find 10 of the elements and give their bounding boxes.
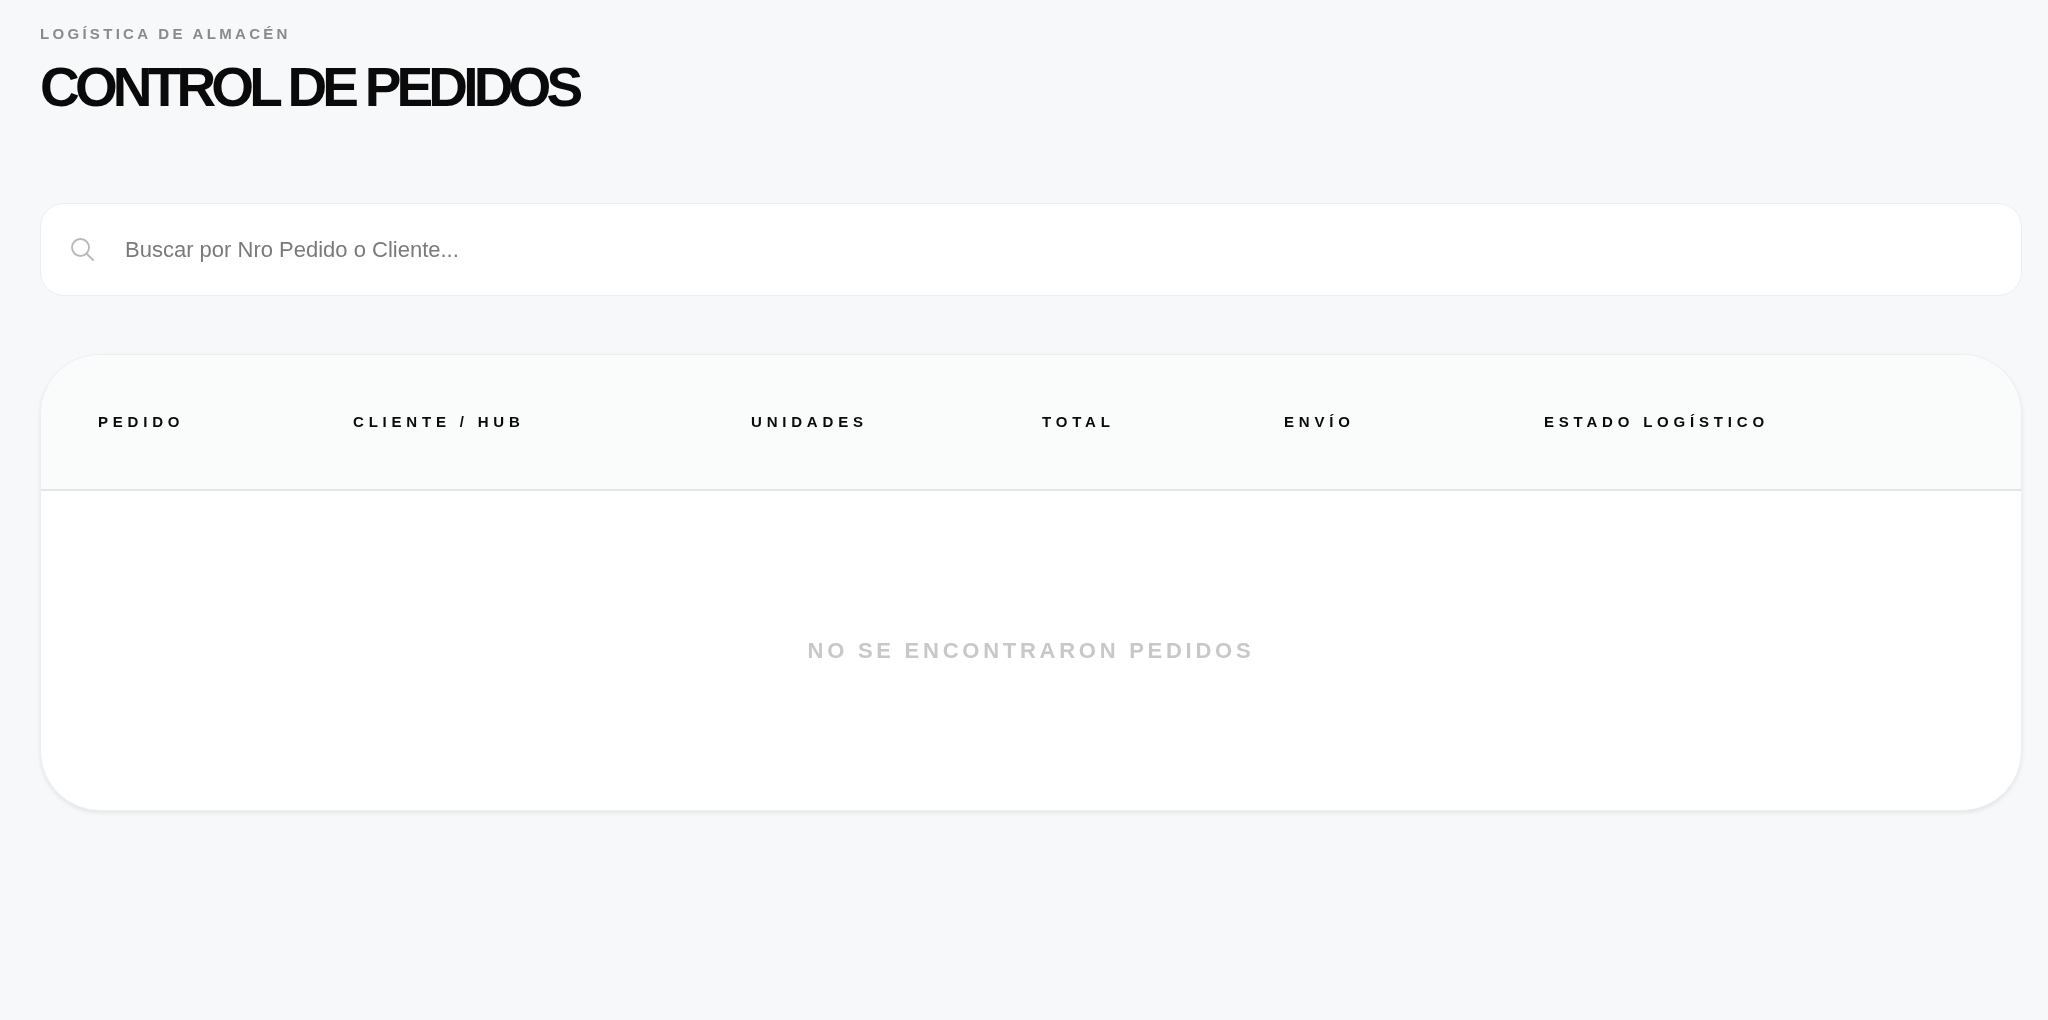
column-header: CLIENTE / HUB <box>353 413 525 430</box>
page-title: CONTROL DE PEDIDOS <box>40 59 579 115</box>
search-field[interactable]: Buscar por Nro Pedido o Cliente... <box>40 203 2022 296</box>
page-eyebrow: LOGÍSTICA DE ALMACÉN <box>40 24 291 44</box>
column-header: UNIDADES <box>751 413 868 430</box>
search-icon <box>70 237 94 261</box>
column-header: ESTADO LOGÍSTICO <box>1544 413 1769 430</box>
column-header: PEDIDO <box>98 413 185 430</box>
column-header: TOTAL <box>1042 413 1115 430</box>
column-header: ENVÍO <box>1284 413 1355 430</box>
